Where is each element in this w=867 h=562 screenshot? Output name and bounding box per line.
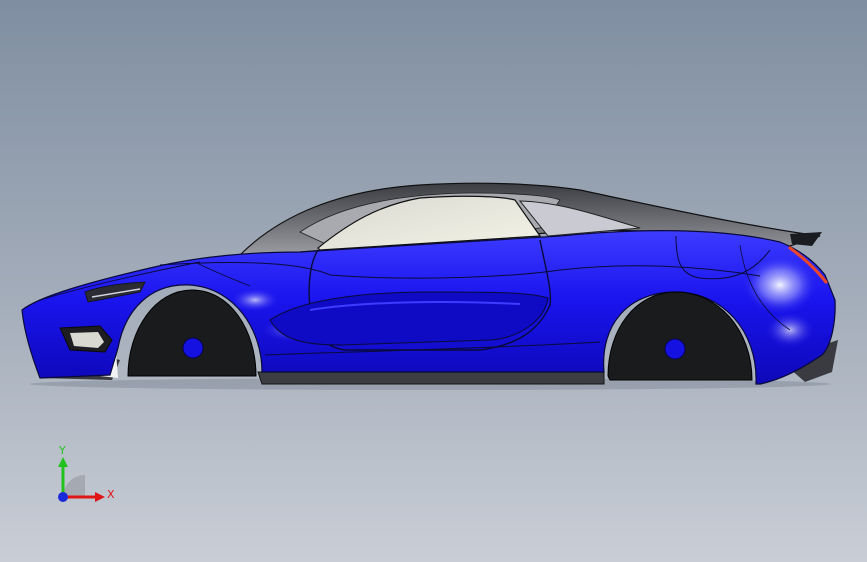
axis-triad: X Y <box>58 444 115 502</box>
graphics-viewport[interactable]: X Y <box>0 0 867 562</box>
triad-x-arrow <box>95 492 105 502</box>
triad-y-label: Y <box>58 444 66 457</box>
front-wheel-hub <box>182 337 204 359</box>
triad-x-label: X <box>107 488 115 501</box>
triad-y-arrow <box>58 457 68 467</box>
car-model[interactable] <box>0 0 867 562</box>
front-fender-highlight <box>230 288 280 312</box>
front-intake-inner <box>70 332 104 348</box>
rear-spoiler <box>790 232 822 246</box>
side-skirt <box>257 371 605 385</box>
rear-wheel-hub <box>664 338 686 360</box>
triad-z-axis <box>58 492 68 502</box>
rear-quarter-highlight <box>742 255 818 315</box>
